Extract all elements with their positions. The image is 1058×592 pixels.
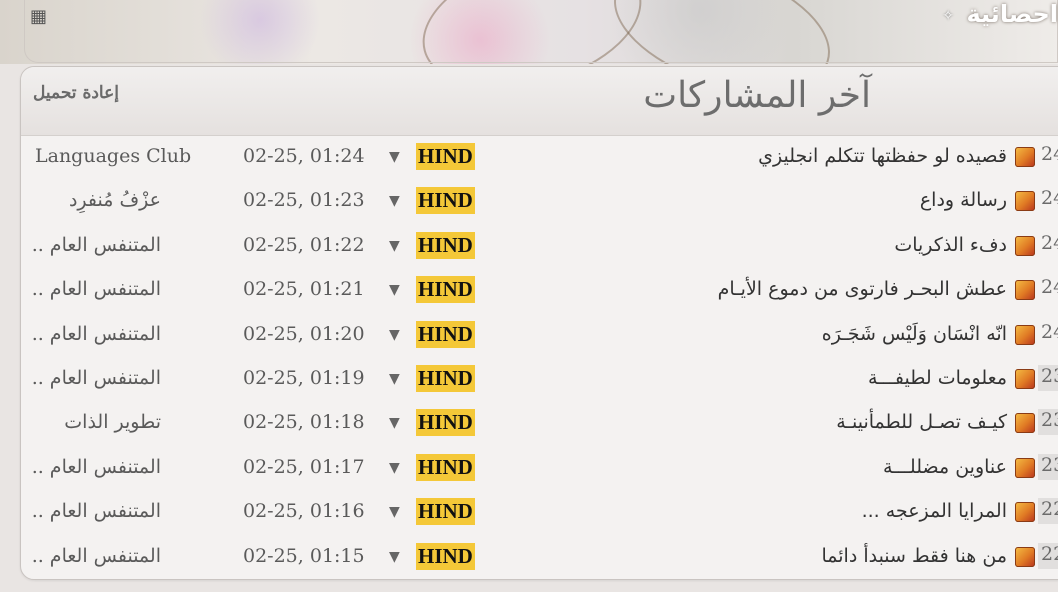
thread-title-link[interactable]: معلومات لطيفـــة xyxy=(868,367,1007,389)
reply-count: 22 xyxy=(1038,542,1058,569)
reply-count: 23 xyxy=(1038,453,1058,480)
list-item: المتنفس العام .. 02-25, 01:19 ▼ HIND معل… xyxy=(21,359,1058,403)
panel-header: آخر المشاركات إعادة تحميل xyxy=(21,67,1058,136)
dropdown-arrow-icon[interactable]: ▼ xyxy=(389,282,400,298)
thread-title-link[interactable]: دفء الذكريات xyxy=(894,234,1007,256)
post-date: 02-25, 01:23 xyxy=(243,189,365,212)
reply-count: 22 xyxy=(1038,498,1058,525)
grid-icon[interactable]: ▦ xyxy=(30,6,54,28)
post-date: 02-25, 01:17 xyxy=(243,455,365,478)
thread-icon xyxy=(1015,546,1035,567)
thread-icon xyxy=(1015,413,1035,434)
list-item: المتنفس العام .. 02-25, 01:16 ▼ HIND الم… xyxy=(21,492,1058,536)
thread-title-link[interactable]: كيـف تصـل للطمأنينـة xyxy=(836,411,1007,433)
thread-icon xyxy=(1015,324,1035,345)
reply-count: 24 xyxy=(1038,320,1058,347)
dropdown-arrow-icon[interactable]: ▼ xyxy=(389,371,400,387)
reply-count: 23 xyxy=(1038,364,1058,391)
post-date: 02-25, 01:20 xyxy=(243,322,365,345)
list-item: المتنفس العام .. 02-25, 01:17 ▼ HIND عنا… xyxy=(21,448,1058,492)
reply-count: 24 xyxy=(1038,143,1058,169)
latest-posts-panel: آخر المشاركات إعادة تحميل Languages Club… xyxy=(20,66,1058,580)
post-date: 02-25, 01:15 xyxy=(243,544,365,567)
dropdown-arrow-icon[interactable]: ▼ xyxy=(389,415,400,431)
forum-link[interactable]: المتنفس العام .. xyxy=(11,323,161,345)
list-item: المتنفس العام .. 02-25, 01:20 ▼ HIND انّ… xyxy=(21,315,1058,359)
thread-icon xyxy=(1015,235,1035,256)
forum-link[interactable]: المتنفس العام .. xyxy=(11,234,161,256)
dropdown-arrow-icon[interactable]: ▼ xyxy=(389,549,400,565)
dropdown-arrow-icon[interactable]: ▼ xyxy=(389,193,400,209)
reply-count: 24 xyxy=(1038,187,1058,214)
list-item: المتنفس العام .. 02-25, 01:15 ▼ HIND من … xyxy=(21,537,1058,581)
thread-icon xyxy=(1015,368,1035,389)
post-date: 02-25, 01:24 xyxy=(243,145,365,167)
username-link[interactable]: HIND xyxy=(416,542,475,570)
post-date: 02-25, 01:18 xyxy=(243,411,365,434)
dropdown-arrow-icon[interactable]: ▼ xyxy=(389,327,400,343)
username-link[interactable]: HIND xyxy=(416,409,475,437)
list-item: تطوير الذات 02-25, 01:18 ▼ HIND كيـف تصـ… xyxy=(21,403,1058,447)
thread-title-link[interactable]: انّه انْسَان وَلَيْس شَجَـرَه xyxy=(822,323,1007,345)
banner-frame xyxy=(24,0,1058,63)
username-link[interactable]: HIND xyxy=(416,231,475,259)
thread-title-link[interactable]: عطش البحـر فارتوى من دموع الأيـام xyxy=(718,278,1007,300)
thread-icon xyxy=(1015,502,1035,523)
dropdown-arrow-icon[interactable]: ▼ xyxy=(389,504,400,520)
thread-title-link[interactable]: عناوين مضللـــة xyxy=(883,456,1007,478)
post-date: 02-25, 01:21 xyxy=(243,278,365,301)
forum-link[interactable]: المتنفس العام .. xyxy=(11,367,161,389)
reply-count: 24 xyxy=(1038,231,1058,258)
forum-link[interactable]: عزْفُ مُنفرِد xyxy=(11,189,161,211)
list-item: Languages Club 02-25, 01:24 ▼ HIND قصيده… xyxy=(21,137,1058,181)
thread-icon xyxy=(1015,457,1035,478)
posts-list: Languages Club 02-25, 01:24 ▼ HIND قصيده… xyxy=(21,137,1058,581)
forum-link[interactable]: Languages Club xyxy=(35,145,215,167)
list-item: المتنفس العام .. 02-25, 01:22 ▼ HIND دفء… xyxy=(21,226,1058,270)
thread-title-link[interactable]: من هنا فقط سنبدأ دائما xyxy=(821,545,1007,567)
username-link[interactable]: HIND xyxy=(416,143,475,170)
username-link[interactable]: HIND xyxy=(416,453,475,481)
forum-link[interactable]: تطوير الذات xyxy=(11,411,161,433)
post-date: 02-25, 01:22 xyxy=(243,233,365,256)
forum-link[interactable]: المتنفس العام .. xyxy=(11,500,161,522)
reply-count: 23 xyxy=(1038,409,1058,436)
username-link[interactable]: HIND xyxy=(416,320,475,348)
thread-icon xyxy=(1015,280,1035,301)
reload-button[interactable]: إعادة تحميل xyxy=(33,83,119,103)
forum-link[interactable]: المتنفس العام .. xyxy=(11,278,161,300)
dropdown-arrow-icon[interactable]: ▼ xyxy=(389,238,400,254)
list-item: عزْفُ مُنفرِد 02-25, 01:23 ▼ HIND رسالة … xyxy=(21,181,1058,225)
thread-title-link[interactable]: رسالة وداع xyxy=(920,189,1007,211)
forum-link[interactable]: المتنفس العام .. xyxy=(11,545,161,567)
post-date: 02-25, 01:16 xyxy=(243,500,365,523)
thread-icon xyxy=(1015,147,1035,167)
thread-icon xyxy=(1015,191,1035,212)
list-item: المتنفس العام .. 02-25, 01:21 ▼ HIND عطش… xyxy=(21,270,1058,314)
star-icon: ✧ xyxy=(942,8,954,24)
username-link[interactable]: HIND xyxy=(416,498,475,526)
dropdown-arrow-icon[interactable]: ▼ xyxy=(389,149,400,165)
forum-link[interactable]: المتنفس العام .. xyxy=(11,456,161,478)
thread-title-link[interactable]: المرايا المزعجه ... xyxy=(862,500,1007,522)
stats-tab[interactable]: احصائية xyxy=(966,0,1058,28)
header-banner: ▦ ✧ احصائية xyxy=(0,0,1058,64)
panel-title: آخر المشاركات xyxy=(643,75,871,116)
username-link[interactable]: HIND xyxy=(416,187,475,215)
username-link[interactable]: HIND xyxy=(416,364,475,392)
reply-count: 24 xyxy=(1038,276,1058,303)
dropdown-arrow-icon[interactable]: ▼ xyxy=(389,460,400,476)
post-date: 02-25, 01:19 xyxy=(243,366,365,389)
username-link[interactable]: HIND xyxy=(416,276,475,304)
thread-title-link[interactable]: قصيده لو حفظتها تتكلم انجليزي xyxy=(758,145,1007,167)
